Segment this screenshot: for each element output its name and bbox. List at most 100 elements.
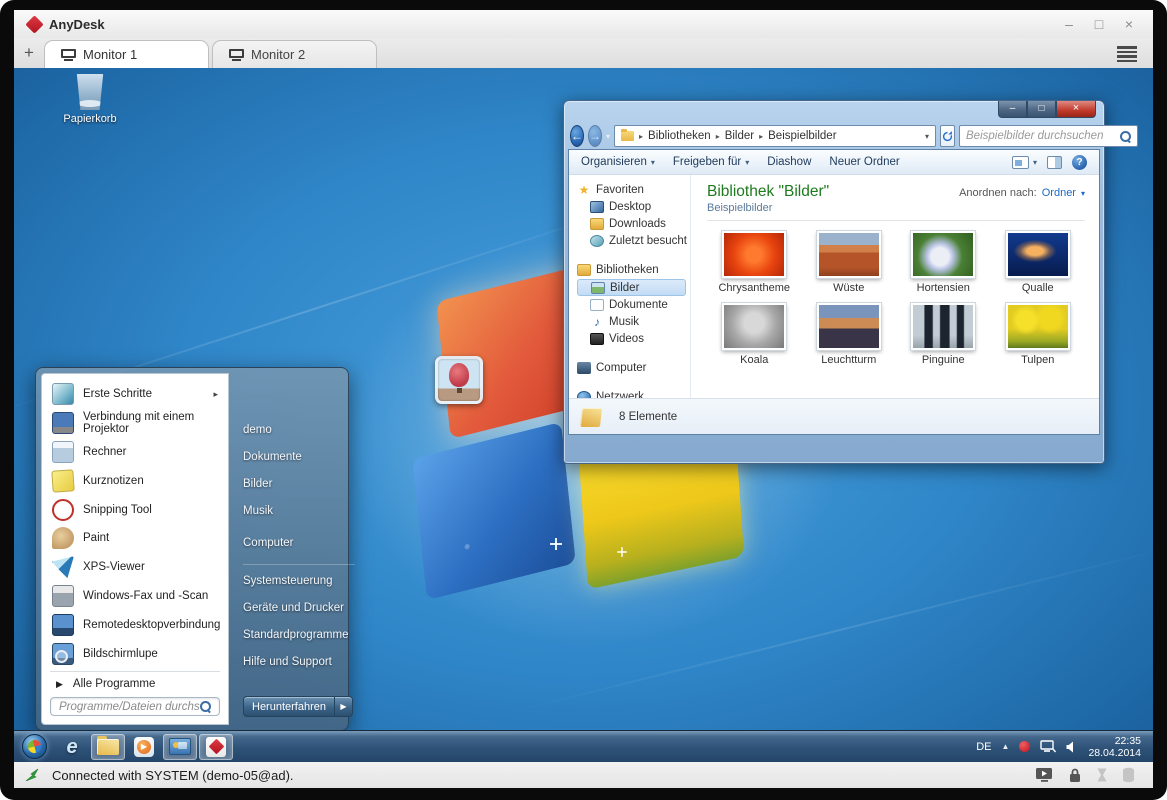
- start-item-bildschirmlupe[interactable]: Bildschirmlupe: [48, 639, 222, 668]
- nav-musik[interactable]: ♪Musik: [577, 314, 690, 330]
- nav-dokumente[interactable]: Dokumente: [577, 297, 690, 313]
- explorer-search-input[interactable]: [966, 130, 1120, 142]
- share-button[interactable]: Freigeben für▾: [673, 156, 749, 168]
- nav-downloads[interactable]: Downloads: [577, 216, 690, 232]
- file-item[interactable]: Leuchtturm: [802, 303, 897, 366]
- anydesk-tray-icon[interactable]: [1019, 741, 1030, 752]
- shutdown-options-arrow[interactable]: ▶: [334, 697, 352, 716]
- file-item[interactable]: Pinguine: [896, 303, 991, 366]
- thumbnail-tulpen[interactable]: [1006, 303, 1070, 350]
- desktop-icon: [590, 201, 604, 213]
- start-item-dokumente[interactable]: Dokumente: [243, 444, 355, 471]
- arrange-value[interactable]: Ordner: [1042, 187, 1076, 199]
- nav-desktop[interactable]: Desktop: [577, 199, 690, 215]
- file-item[interactable]: Chrysantheme: [707, 231, 802, 294]
- taskbar-remote-settings[interactable]: [163, 734, 197, 760]
- start-item-standardprogramme[interactable]: Standardprogramme: [243, 622, 355, 649]
- explorer-maximize-button[interactable]: □: [1027, 101, 1056, 118]
- tab-monitor-2[interactable]: Monitor 2: [212, 40, 377, 68]
- start-item-rechner[interactable]: Rechner: [48, 438, 222, 467]
- forward-button[interactable]: →: [588, 125, 602, 147]
- thumbnail-hortensien[interactable]: [911, 231, 975, 278]
- slideshow-button[interactable]: Diashow: [767, 156, 811, 168]
- address-dropdown-icon[interactable]: ▾: [925, 132, 929, 141]
- shutdown-button[interactable]: Herunterfahren ▶: [243, 696, 353, 717]
- minimize-button[interactable]: –: [1061, 17, 1077, 31]
- start-item-paint[interactable]: Paint: [48, 524, 222, 553]
- nav-bilder[interactable]: Bilder: [577, 279, 686, 296]
- close-button[interactable]: ×: [1121, 17, 1137, 31]
- language-indicator[interactable]: DE: [976, 741, 991, 753]
- network-icon[interactable]: [1040, 740, 1056, 753]
- nav-zuletzt-besucht[interactable]: Zuletzt besucht: [577, 233, 690, 249]
- start-item-user[interactable]: demo: [243, 417, 355, 444]
- thumbnail-leuchtturm[interactable]: [817, 303, 881, 350]
- back-button[interactable]: ←: [570, 125, 584, 147]
- nav-videos[interactable]: Videos: [577, 331, 690, 347]
- start-item-xps-viewer[interactable]: XPS-Viewer: [48, 553, 222, 582]
- start-search[interactable]: [50, 697, 220, 716]
- file-item[interactable]: Tulpen: [991, 303, 1086, 366]
- tab-monitor-1[interactable]: Monitor 1: [44, 40, 209, 68]
- breadcrumb-bibliotheken[interactable]: Bibliotheken: [648, 130, 711, 142]
- file-item[interactable]: Koala: [707, 303, 802, 366]
- organize-button[interactable]: Organisieren▾: [581, 156, 655, 168]
- nav-computer[interactable]: Computer: [577, 360, 690, 376]
- monitor-play-icon[interactable]: [1035, 767, 1054, 783]
- tray-expand-icon[interactable]: ▲: [1002, 742, 1010, 751]
- start-item-musik[interactable]: Musik: [243, 498, 355, 525]
- breadcrumb-beispielbilder[interactable]: Beispielbilder: [768, 130, 836, 142]
- start-item-systemsteuerung[interactable]: Systemsteuerung: [243, 568, 355, 595]
- start-item-computer[interactable]: Computer: [243, 530, 355, 557]
- explorer-titlebar[interactable]: – □ ×: [568, 101, 1100, 123]
- maximize-button[interactable]: □: [1091, 17, 1107, 31]
- recycle-bin[interactable]: Papierkorb: [56, 74, 124, 125]
- thumbnail-pinguine[interactable]: [911, 303, 975, 350]
- taskbar-explorer[interactable]: [91, 734, 125, 760]
- start-button[interactable]: [22, 734, 47, 759]
- help-button[interactable]: ?: [1072, 155, 1087, 170]
- menu-icon[interactable]: [1117, 46, 1137, 62]
- file-item[interactable]: Wüste: [802, 231, 897, 294]
- remote-desktop[interactable]: Papierkorb – □ × ← → ▾ ▸ Bibliotheken ▸ …: [14, 68, 1153, 762]
- start-item-projektor[interactable]: Verbindung mit einem Projektor: [48, 409, 222, 438]
- nav-favoriten[interactable]: ★Favoriten: [577, 182, 690, 198]
- new-folder-button[interactable]: Neuer Ordner: [829, 156, 899, 168]
- address-bar[interactable]: ▸ Bibliotheken ▸ Bilder ▸ Beispielbilder…: [614, 125, 936, 147]
- views-button[interactable]: ▾: [1012, 156, 1037, 169]
- volume-icon[interactable]: [1066, 741, 1078, 753]
- refresh-button[interactable]: [940, 125, 955, 147]
- taskbar-anydesk[interactable]: [199, 734, 233, 760]
- start-item-hilfe-support[interactable]: Hilfe und Support: [243, 649, 355, 676]
- thumbnail-wueste[interactable]: [817, 231, 881, 278]
- explorer-minimize-button[interactable]: –: [998, 101, 1027, 118]
- file-item[interactable]: Qualle: [991, 231, 1086, 294]
- start-item-kurznotizen[interactable]: Kurznotizen: [48, 466, 222, 495]
- start-item-remotedesktop[interactable]: Remotedesktopverbindung: [48, 610, 222, 639]
- start-item-bilder[interactable]: Bilder: [243, 471, 355, 498]
- lock-icon[interactable]: [1068, 767, 1082, 783]
- taskbar-media-player[interactable]: ▶: [127, 734, 161, 760]
- thumbnail-qualle[interactable]: [1006, 231, 1070, 278]
- file-item[interactable]: Hortensien: [896, 231, 991, 294]
- start-search-input[interactable]: [59, 701, 200, 713]
- start-item-erste-schritte[interactable]: Erste Schritte▸: [48, 380, 222, 409]
- clock[interactable]: 22:35 28.04.2014: [1088, 735, 1141, 759]
- user-avatar[interactable]: [435, 356, 483, 404]
- explorer-search[interactable]: [959, 125, 1138, 147]
- history-dropdown-icon[interactable]: ▾: [606, 132, 610, 141]
- all-programs-button[interactable]: ▶ Alle Programme: [48, 675, 222, 693]
- start-item-snipping-tool[interactable]: Snipping Tool: [48, 495, 222, 524]
- preview-pane-button[interactable]: [1047, 156, 1062, 169]
- start-item-geraete-drucker[interactable]: Geräte und Drucker: [243, 595, 355, 622]
- breadcrumb-bilder[interactable]: Bilder: [725, 130, 754, 142]
- new-tab-button[interactable]: +: [14, 43, 44, 68]
- explorer-window[interactable]: – □ × ← → ▾ ▸ Bibliotheken ▸ Bilder ▸ Be…: [563, 100, 1105, 464]
- nav-bibliotheken[interactable]: Bibliotheken: [577, 262, 690, 278]
- start-item-fax-scan[interactable]: Windows-Fax und -Scan: [48, 582, 222, 611]
- taskbar-internet-explorer[interactable]: e: [55, 734, 89, 760]
- thumbnail-chrysantheme[interactable]: [722, 231, 786, 278]
- nav-netzwerk[interactable]: Netzwerk: [577, 389, 690, 398]
- explorer-close-button[interactable]: ×: [1056, 101, 1096, 118]
- thumbnail-koala[interactable]: [722, 303, 786, 350]
